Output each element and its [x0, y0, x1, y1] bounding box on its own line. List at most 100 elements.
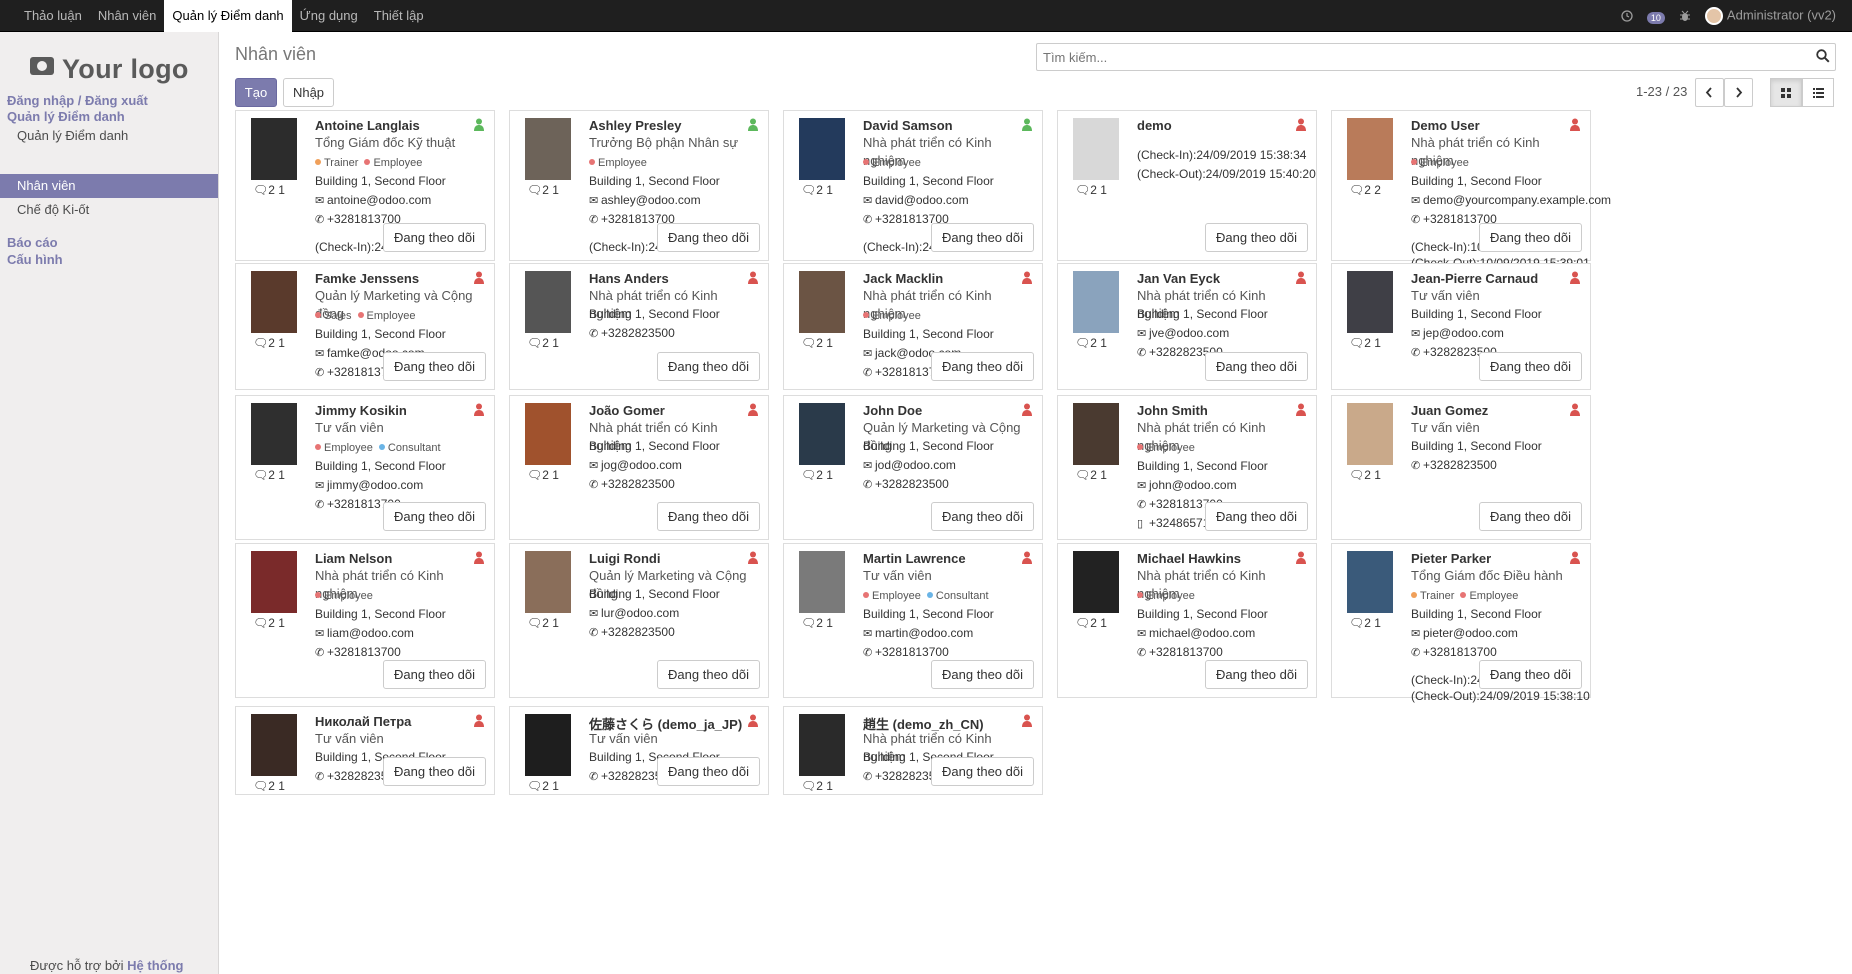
user-presence-icon[interactable]	[474, 271, 484, 284]
clock-icon[interactable]	[1621, 10, 1633, 22]
follow-button[interactable]: Đang theo dõi	[1205, 502, 1308, 531]
company-logo[interactable]: Your logo	[30, 54, 189, 85]
user-presence-icon[interactable]	[1022, 271, 1032, 284]
top-menu-item[interactable]: Thảo luận	[16, 0, 90, 32]
employee-name[interactable]: Michael Hawkins	[1137, 551, 1304, 567]
follow-button[interactable]: Đang theo dõi	[1205, 223, 1308, 252]
search-icon[interactable]	[1816, 49, 1830, 63]
employee-name[interactable]: 趙生 (demo_zh_CN)	[863, 714, 1030, 732]
sidebar-heading-report[interactable]: Báo cáo	[7, 235, 58, 250]
pager-value[interactable]: 1-23 / 23	[1636, 84, 1687, 99]
employee-name[interactable]: Николай Петра	[315, 714, 482, 730]
employee-name[interactable]: Liam Nelson	[315, 551, 482, 567]
user-presence-icon[interactable]	[474, 403, 484, 416]
import-button[interactable]: Nhập	[283, 78, 334, 107]
employee-card[interactable]: 🗨2 1 João Gomer Nhà phát triển có Kinh ngh…	[509, 395, 769, 540]
employee-name[interactable]: Martin Lawrence	[863, 551, 1030, 567]
user-presence-icon[interactable]	[1022, 551, 1032, 564]
employee-name[interactable]: Jan Van Eyck	[1137, 271, 1304, 287]
employee-card[interactable]: 🗨2 1 Juan Gomez Tư vấn viên Building 1, Sec…	[1331, 395, 1591, 540]
sidebar-heading-config[interactable]: Cấu hình	[7, 252, 63, 267]
employee-card[interactable]: 🗨2 1 Pieter Parker Tổng Giám đốc Điều hành…	[1331, 543, 1591, 703]
employee-name[interactable]: Demo User	[1411, 118, 1578, 134]
employee-name[interactable]: Antoine Langlais	[315, 118, 482, 134]
follow-button[interactable]: Đang theo dõi	[657, 502, 760, 531]
user-presence-icon[interactable]	[1296, 271, 1306, 284]
sidebar-heading-manage[interactable]: Quản lý Điểm danh	[7, 109, 125, 124]
follow-button[interactable]: Đang theo dõi	[931, 660, 1034, 689]
employee-name[interactable]: Jean-Pierre Carnaud	[1411, 271, 1578, 287]
user-menu[interactable]: Administrator (vv2)	[1704, 7, 1836, 25]
employee-card[interactable]: 🗨2 1 Jack Macklin Nhà phát triển có Kinh n…	[783, 263, 1043, 390]
sidebar-heading-login[interactable]: Đăng nhập / Đăng xuất	[7, 93, 148, 108]
employee-card[interactable]: 🗨2 1 Jan Van Eyck Nhà phát triển có Kinh n…	[1057, 263, 1317, 390]
follow-button[interactable]: Đang theo dõi	[657, 223, 760, 252]
user-presence-icon[interactable]	[1022, 714, 1032, 727]
user-presence-icon[interactable]	[1022, 118, 1032, 131]
create-button[interactable]: Tạo	[235, 78, 277, 107]
user-presence-icon[interactable]	[748, 271, 758, 284]
employee-card[interactable]: 🗨2 1 Hans Anders Nhà phát triển có Kinh ng…	[509, 263, 769, 390]
powered-by-link[interactable]: Hệ thống	[127, 958, 183, 973]
employee-card[interactable]: 🗨2 1 Michael Hawkins Nhà phát triển có Kin…	[1057, 543, 1317, 698]
employee-name[interactable]: Hans Anders	[589, 271, 756, 287]
employee-name[interactable]: 佐藤さくら (demo_ja_JP)	[589, 714, 756, 732]
pager-previous-button[interactable]	[1695, 78, 1724, 107]
user-presence-icon[interactable]	[748, 403, 758, 416]
search-input[interactable]	[1036, 43, 1836, 71]
user-presence-icon[interactable]	[474, 714, 484, 727]
follow-button[interactable]: Đang theo dõi	[931, 352, 1034, 381]
employee-name[interactable]: demo	[1137, 118, 1304, 134]
list-view-button[interactable]	[1802, 78, 1834, 107]
employee-card[interactable]: 🗨2 1 Luigi Rondi Quản lý Marketing và Cộng…	[509, 543, 769, 698]
employee-card[interactable]: 🗨2 1 Liam Nelson Nhà phát triển có Kinh ng…	[235, 543, 495, 698]
employee-name[interactable]: Luigi Rondi	[589, 551, 756, 567]
follow-button[interactable]: Đang theo dõi	[931, 502, 1034, 531]
follow-button[interactable]: Đang theo dõi	[383, 352, 486, 381]
pager-next-button[interactable]	[1724, 78, 1753, 107]
top-menu-item[interactable]: Nhân viên	[90, 0, 165, 32]
kanban-view-button[interactable]	[1770, 78, 1802, 107]
user-presence-icon[interactable]	[748, 118, 758, 131]
chat-icon[interactable]: 10	[1646, 9, 1665, 24]
follow-button[interactable]: Đang theo dõi	[1479, 352, 1582, 381]
follow-button[interactable]: Đang theo dõi	[1205, 352, 1308, 381]
employee-name[interactable]: Ashley Presley	[589, 118, 756, 134]
user-presence-icon[interactable]	[1022, 403, 1032, 416]
employee-card[interactable]: 🗨2 1 Николай Петра Tư vấn viên Building 1, …	[235, 706, 495, 795]
follow-button[interactable]: Đang theo dõi	[383, 757, 486, 786]
top-menu-item[interactable]: Thiết lập	[366, 0, 432, 32]
top-menu-item[interactable]: Ứng dụng	[292, 0, 366, 32]
follow-button[interactable]: Đang theo dõi	[657, 660, 760, 689]
employee-name[interactable]: Juan Gomez	[1411, 403, 1578, 419]
employee-card[interactable]: 🗨2 2 Demo User Nhà phát triển có Kinh nghi…	[1331, 110, 1611, 270]
user-presence-icon[interactable]	[1296, 403, 1306, 416]
employee-card[interactable]: 🗨2 1 demo (Check-In):24/09/2019 15:38:34 (C…	[1057, 110, 1317, 261]
user-presence-icon[interactable]	[1296, 118, 1306, 131]
user-presence-icon[interactable]	[748, 714, 758, 727]
follow-button[interactable]: Đang theo dõi	[931, 757, 1034, 786]
employee-card[interactable]: 🗨2 1 Martin Lawrence Tư vấn viên Employee Co…	[783, 543, 1043, 698]
employee-name[interactable]: Pieter Parker	[1411, 551, 1578, 567]
follow-button[interactable]: Đang theo dõi	[657, 352, 760, 381]
user-presence-icon[interactable]	[474, 118, 484, 131]
follow-button[interactable]: Đang theo dõi	[383, 502, 486, 531]
follow-button[interactable]: Đang theo dõi	[383, 660, 486, 689]
follow-button[interactable]: Đang theo dõi	[657, 757, 760, 786]
employee-name[interactable]: David Samson	[863, 118, 1030, 134]
sidebar-item-kiosk[interactable]: Chế độ Ki-ốt	[0, 198, 218, 222]
user-presence-icon[interactable]	[1296, 551, 1306, 564]
top-menu-item[interactable]: Quản lý Điểm danh	[164, 0, 292, 32]
employee-card[interactable]: 🗨2 1 Antoine Langlais Tổng Giám đốc Kỹ thu…	[235, 110, 495, 261]
employee-name[interactable]: João Gomer	[589, 403, 756, 419]
follow-button[interactable]: Đang theo dõi	[1205, 660, 1308, 689]
bug-icon[interactable]	[1679, 10, 1691, 22]
employee-name[interactable]: Jack Macklin	[863, 271, 1030, 287]
employee-card[interactable]: 🗨2 1 John Smith Nhà phát triển có Kinh ngh…	[1057, 395, 1317, 540]
user-presence-icon[interactable]	[1570, 551, 1580, 564]
sidebar-item-attendance-manage[interactable]: Quản lý Điểm danh	[0, 124, 218, 148]
employee-card[interactable]: 🗨2 1 佐藤さくら (demo_ja_JP) Tư vấn viên Buildin…	[509, 706, 769, 795]
employee-card[interactable]: 🗨2 1 Ashley Presley Trưởng Bộ phận Nhân sự…	[509, 110, 769, 261]
employee-card[interactable]: 🗨2 1 Jimmy Kosikin Tư vấn viên Employee Cons…	[235, 395, 495, 540]
employee-card[interactable]: 🗨2 1 Jean-Pierre Carnaud Tư vấn viên Buildi…	[1331, 263, 1591, 390]
